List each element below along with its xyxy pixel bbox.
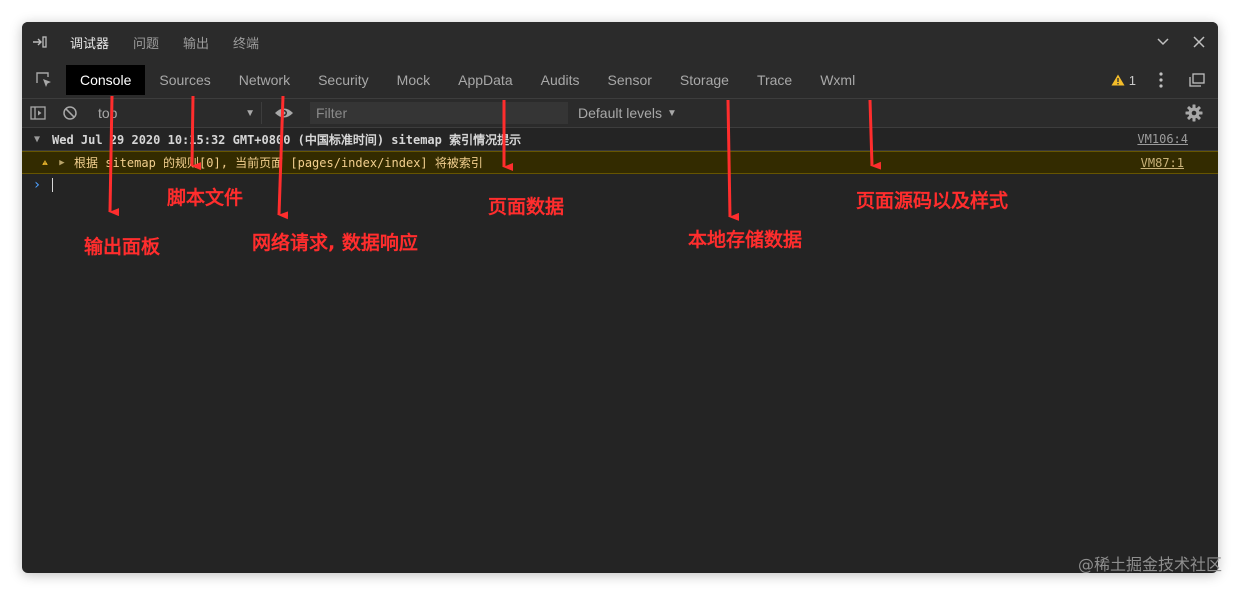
sidebar-toggle-icon[interactable] — [22, 99, 54, 127]
annotation-network: 网络请求, 数据响应 — [252, 232, 418, 254]
settings-gear-icon[interactable] — [1178, 99, 1210, 127]
close-icon[interactable] — [1188, 31, 1210, 53]
dropdown-arrow-icon: ▼ — [245, 107, 255, 119]
expand-triangle-icon[interactable]: ▼ — [22, 134, 52, 145]
more-options-icon[interactable] — [1150, 69, 1172, 91]
panel-tab-problems[interactable]: 问题 — [121, 22, 171, 62]
log-levels-label: Default levels — [578, 105, 663, 121]
watermark: @稀土掘金技术社区 — [1077, 555, 1222, 574]
panel-tab-debugger[interactable]: 调试器 — [58, 22, 121, 62]
warning-message-row[interactable]: ▶ 根据 sitemap 的规则[0], 当前页面 [pages/index/i… — [22, 151, 1218, 174]
undock-icon[interactable] — [1186, 69, 1208, 91]
tab-bar-actions: 1 — [1111, 62, 1208, 98]
panel-tab-terminal[interactable]: 终端 — [221, 22, 271, 62]
context-value: top — [98, 105, 118, 121]
warning-text: 根据 sitemap 的规则[0], 当前页面 [pages/index/ind… — [74, 156, 483, 170]
clear-console-icon[interactable] — [54, 99, 86, 127]
tab-audits[interactable]: Audits — [527, 65, 594, 95]
text-caret — [52, 178, 53, 192]
dropdown-arrow-icon: ▼ — [667, 107, 677, 119]
tab-network[interactable]: Network — [225, 65, 304, 95]
eye-icon[interactable] — [268, 99, 300, 127]
source-link[interactable]: VM87:1 — [1141, 156, 1184, 170]
chevron-down-icon[interactable] — [1152, 31, 1174, 53]
tab-security[interactable]: Security — [304, 65, 383, 95]
tab-appdata[interactable]: AppData — [444, 65, 526, 95]
context-selector[interactable]: top ▼ — [92, 102, 262, 124]
warning-count: 1 — [1128, 72, 1136, 88]
devtools-window: 调试器 问题 输出 终端 Console Sources Network Sec… — [22, 22, 1218, 573]
warning-counter[interactable]: 1 — [1111, 73, 1136, 88]
prompt-chevron-icon: › — [32, 177, 42, 193]
tab-wxml[interactable]: Wxml — [806, 65, 869, 95]
warning-icon — [1111, 74, 1125, 86]
toolbar-right — [1178, 99, 1210, 127]
log-levels-dropdown[interactable]: Default levels ▼ — [578, 105, 677, 121]
inspect-element-icon[interactable] — [22, 62, 66, 98]
tab-storage[interactable]: Storage — [666, 65, 743, 95]
devtools-tab-bar: Console Sources Network Security Mock Ap… — [22, 62, 1218, 99]
log-group-header[interactable]: ▼ Wed Jul 29 2020 10:15:32 GMT+0800 (中国标… — [22, 128, 1218, 151]
tab-console[interactable]: Console — [66, 65, 146, 95]
annotation-local-storage: 本地存储数据 — [688, 229, 803, 251]
window-controls — [1152, 22, 1210, 62]
annotation-page-data: 页面数据 — [488, 196, 565, 218]
tab-sources[interactable]: Sources — [145, 65, 224, 95]
annotation-output-panel: 输出面板 — [84, 236, 161, 258]
annotation-page-source: 页面源码以及样式 — [856, 190, 1009, 212]
dock-toggle-icon[interactable] — [22, 22, 58, 62]
source-link[interactable]: VM106:4 — [1137, 132, 1188, 146]
warning-icon — [22, 157, 48, 168]
annotation-script-files: 脚本文件 — [167, 187, 244, 209]
panel-tab-output[interactable]: 输出 — [171, 22, 221, 62]
expand-triangle-icon[interactable]: ▶ — [54, 158, 70, 168]
filter-input[interactable] — [310, 102, 568, 124]
panel-bar: 调试器 问题 输出 终端 — [22, 22, 1218, 62]
log-group-text: Wed Jul 29 2020 10:15:32 GMT+0800 (中国标准时… — [52, 132, 522, 147]
tab-mock[interactable]: Mock — [383, 65, 444, 95]
console-toolbar: top ▼ Default levels ▼ — [22, 99, 1218, 128]
tab-trace[interactable]: Trace — [743, 65, 806, 95]
tab-sensor[interactable]: Sensor — [594, 65, 666, 95]
